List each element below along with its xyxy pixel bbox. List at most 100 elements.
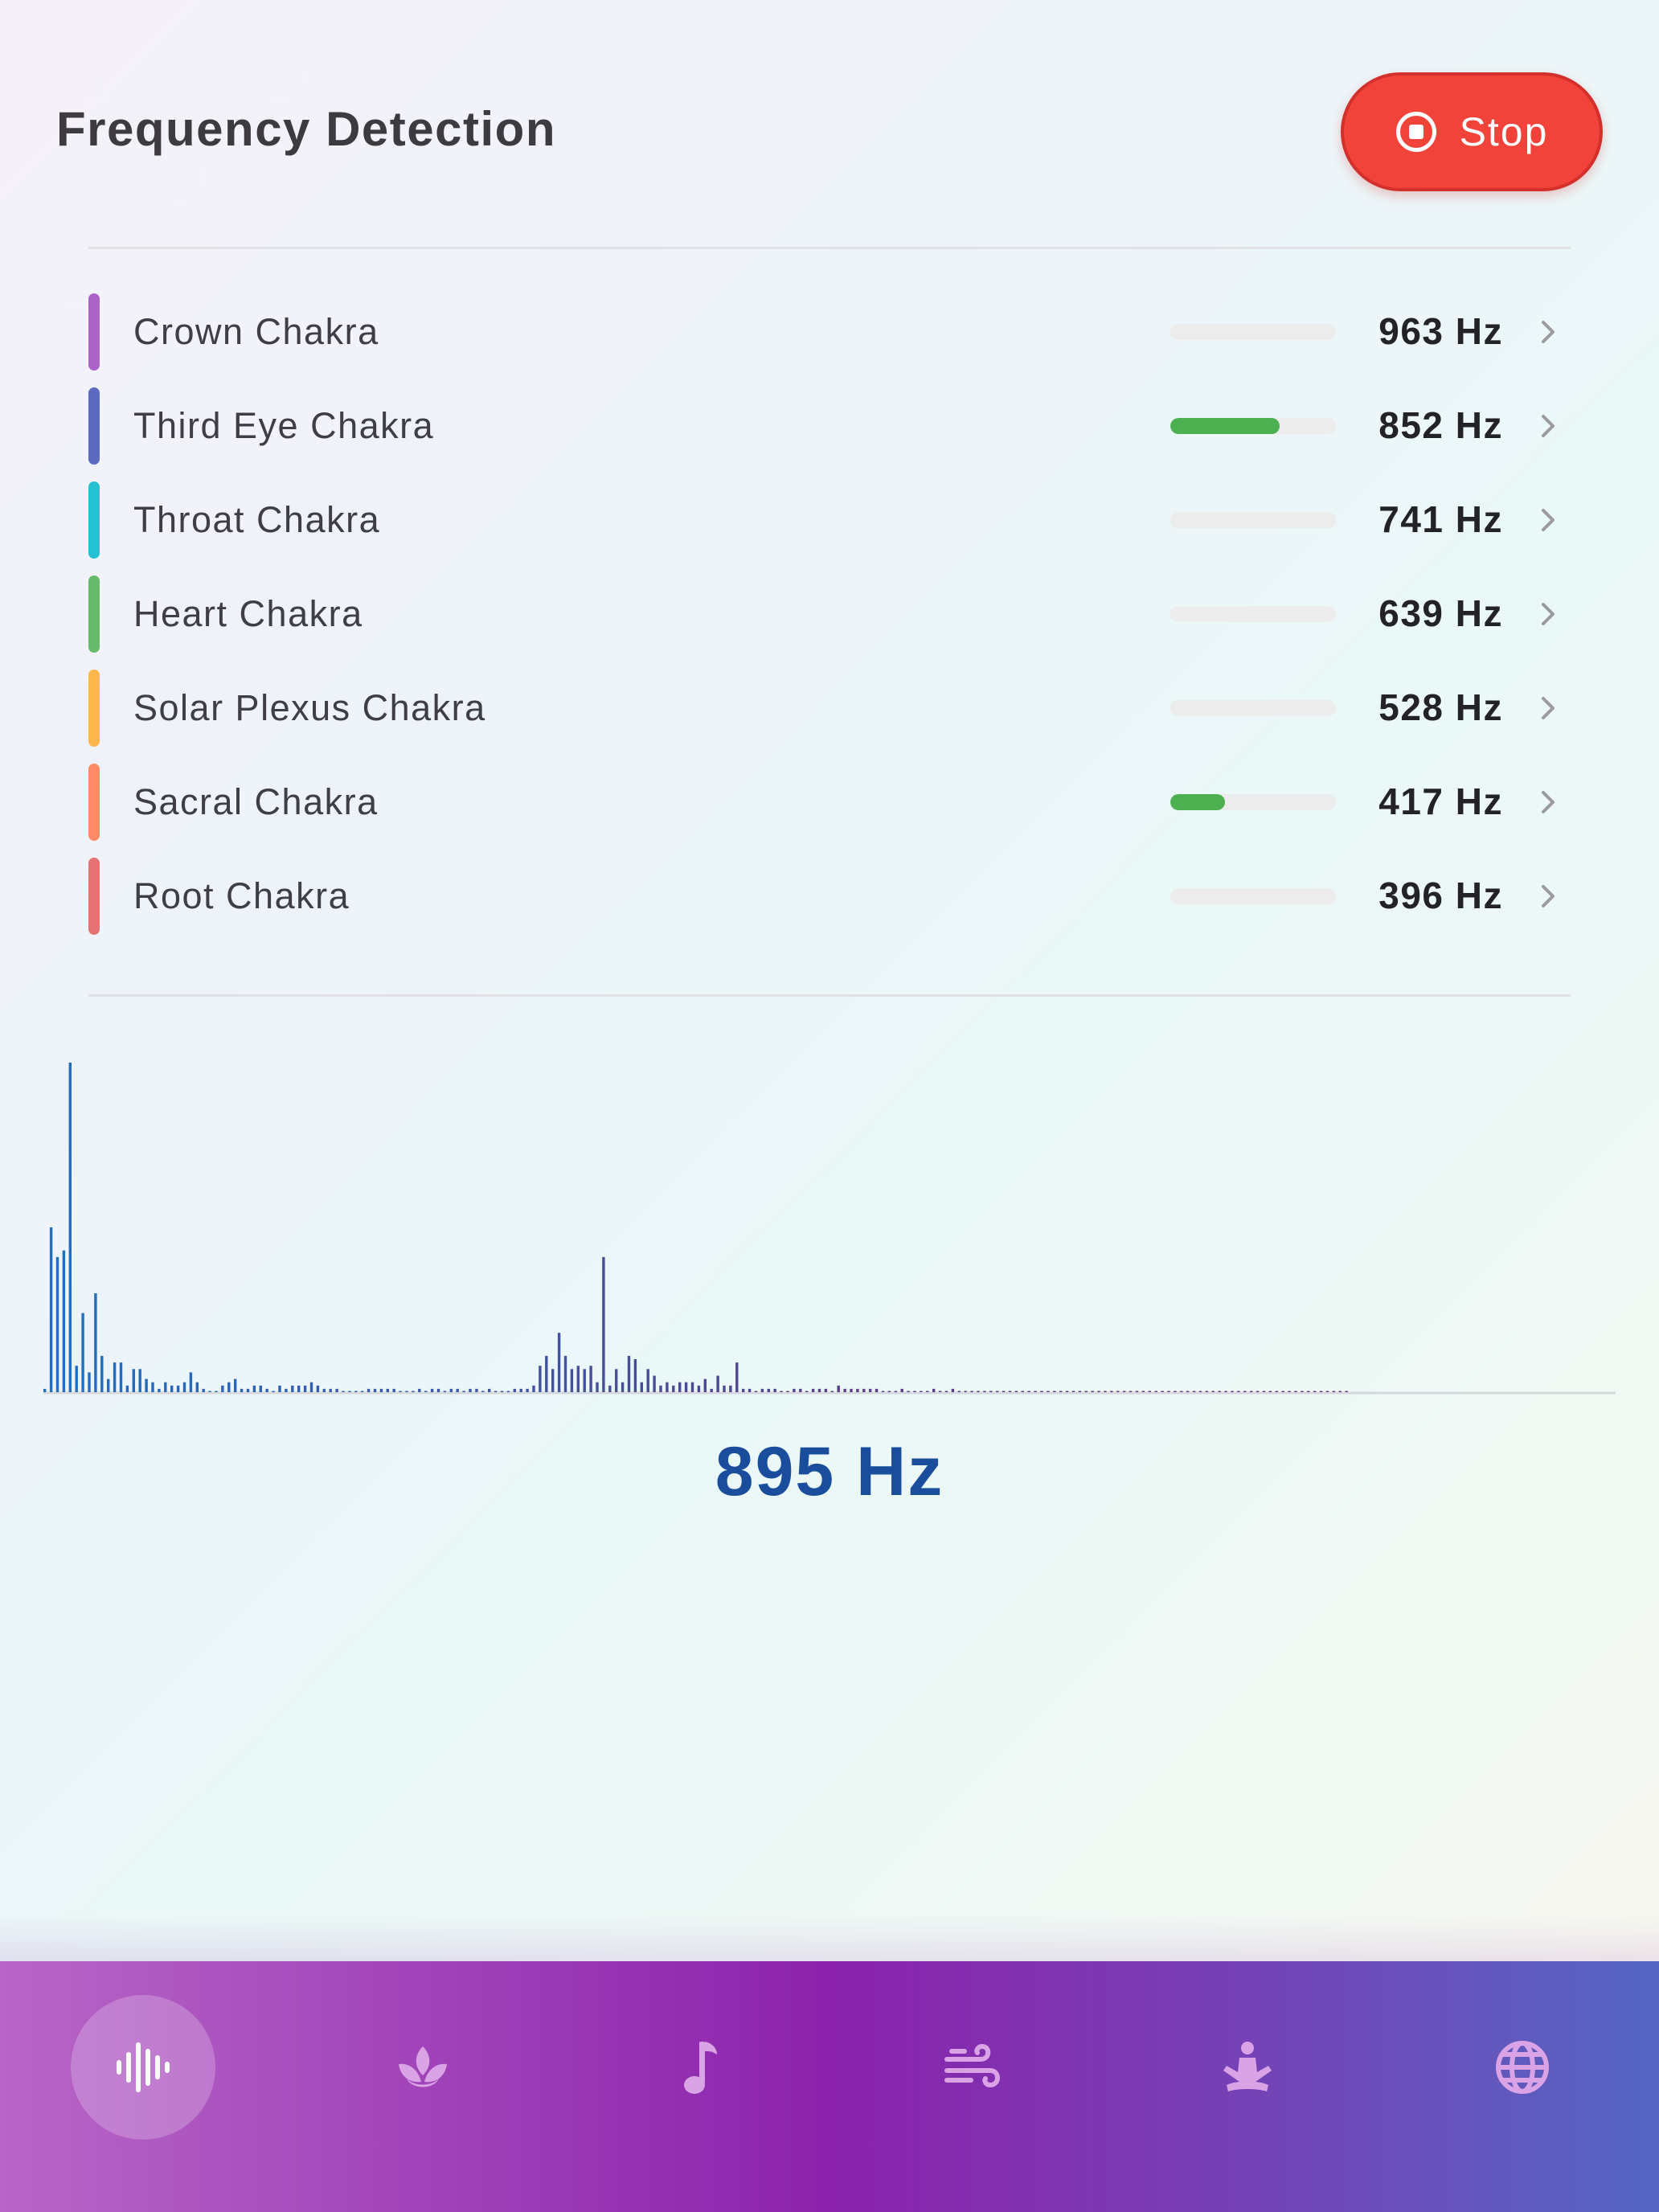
chakra-color-indicator — [88, 576, 100, 653]
tab-frequency[interactable] — [71, 1995, 215, 2140]
spectrum-bar — [869, 1388, 872, 1392]
spectrum-bar — [506, 1391, 510, 1392]
spectrum-bar — [1002, 1391, 1006, 1392]
spectrum-bar — [1325, 1391, 1329, 1392]
chakra-name: Sacral Chakra — [133, 781, 379, 822]
spectrum-bar — [367, 1388, 371, 1392]
spectrum-bar — [164, 1382, 167, 1392]
spectrum-bar — [182, 1382, 186, 1392]
chakra-row[interactable]: Sacral Chakra 417 Hz — [0, 756, 1659, 850]
spectrum-bar — [119, 1362, 123, 1392]
spectrum-bar — [684, 1382, 688, 1392]
chevron-right-icon — [1542, 885, 1555, 907]
chakra-row[interactable]: Solar Plexus Chakra 528 Hz — [0, 662, 1659, 756]
spectrum-bar — [1071, 1391, 1075, 1392]
spectrum-bar — [583, 1369, 586, 1392]
spectrum-bar — [386, 1388, 389, 1392]
spectrum-bar — [1281, 1391, 1284, 1392]
tab-chakras[interactable] — [350, 1995, 495, 2140]
tab-meditation[interactable] — [1175, 1995, 1320, 2140]
spectrum-bar — [278, 1385, 281, 1392]
spectrum-bar — [710, 1388, 713, 1392]
spectrum-bar — [1047, 1391, 1050, 1392]
spectrum-bar — [760, 1388, 764, 1392]
spectrum-bar — [735, 1362, 739, 1392]
spectrum-bar — [875, 1388, 879, 1392]
spectrum-bar — [970, 1391, 973, 1392]
divider-top — [88, 247, 1571, 249]
spectrum-bar — [887, 1391, 891, 1392]
spectrum-bar — [1027, 1391, 1030, 1392]
spectrum-bar — [291, 1385, 294, 1392]
spectrum-bar — [653, 1375, 656, 1392]
spectrum-bar — [1256, 1391, 1260, 1392]
spectrum-bar — [780, 1391, 783, 1392]
spectrum-bar — [145, 1378, 148, 1392]
spectrum-bar — [964, 1391, 967, 1392]
tab-music[interactable] — [625, 1995, 770, 2140]
spectrum-bar — [678, 1382, 682, 1392]
spectrum-bar — [1275, 1391, 1278, 1392]
spectrum-bar — [742, 1388, 745, 1392]
chakra-row[interactable]: Heart Chakra 639 Hz — [0, 567, 1659, 662]
spectrum-bar — [170, 1385, 174, 1392]
spectrum-bar — [1218, 1391, 1221, 1392]
spectrum-bar — [405, 1391, 408, 1392]
chakra-color-indicator — [88, 764, 100, 841]
spectrum-bar — [430, 1388, 434, 1392]
chakra-row[interactable]: Third Eye Chakra 852 Hz — [0, 379, 1659, 473]
chakra-level-fill — [1170, 418, 1280, 434]
spectrum-bar — [481, 1391, 485, 1392]
wind-icon — [944, 2043, 1000, 2088]
chakra-color-indicator — [88, 858, 100, 935]
spectrum-bar — [462, 1391, 465, 1392]
spectrum-bar — [221, 1385, 224, 1392]
spectrum-bar — [1180, 1391, 1183, 1392]
spectrum-bar — [576, 1366, 580, 1392]
page-title: Frequency Detection — [56, 102, 556, 156]
spectrum-bar — [208, 1391, 211, 1392]
chakra-row[interactable]: Throat Chakra 741 Hz — [0, 473, 1659, 567]
spectrum-bar — [690, 1382, 694, 1392]
chakra-row[interactable]: Root Chakra 396 Hz — [0, 850, 1659, 944]
spectrum-bar — [539, 1366, 542, 1392]
spectrum-bar — [100, 1355, 104, 1392]
chakra-row[interactable]: Crown Chakra 963 Hz — [0, 285, 1659, 379]
spectrum-bar — [1268, 1391, 1272, 1392]
spectrum-bar — [234, 1378, 237, 1392]
divider-bottom — [88, 994, 1571, 997]
dominant-frequency: 895 Hz — [715, 1433, 944, 1510]
chakra-frequency: 963 Hz — [1378, 310, 1503, 352]
chakra-frequency: 528 Hz — [1378, 686, 1503, 728]
spectrum-bar — [125, 1385, 129, 1392]
spectrum-bar — [488, 1388, 491, 1392]
spectrum-bar — [615, 1369, 618, 1392]
spectrum-bar — [1250, 1391, 1253, 1392]
spectrum-bar — [392, 1388, 395, 1392]
spectrum-bar — [158, 1388, 161, 1392]
spectrum-bar — [1148, 1391, 1151, 1392]
spectrum-bar — [469, 1388, 472, 1392]
spectrum-bar — [62, 1250, 66, 1392]
spectrum-bar — [1237, 1391, 1240, 1392]
spectrum-bar — [767, 1388, 770, 1392]
spectrum-bar — [176, 1385, 180, 1392]
spectrum-bar — [88, 1372, 91, 1392]
spectrum-bar — [837, 1385, 840, 1392]
spectrum-bar — [342, 1391, 345, 1392]
chakra-level-bar — [1170, 794, 1336, 810]
spectrum-bar — [596, 1382, 599, 1392]
spectrum-bar — [1084, 1391, 1088, 1392]
tab-breathing[interactable] — [900, 1995, 1045, 2140]
spectrum-bar — [830, 1391, 834, 1392]
spectrum-bar — [532, 1385, 535, 1392]
spectrum-bar — [1034, 1391, 1037, 1392]
spectrum-bar — [1262, 1391, 1266, 1392]
spectrum-bar — [672, 1385, 675, 1392]
spectrum-bar — [944, 1391, 948, 1392]
tab-globe[interactable] — [1450, 1995, 1595, 2140]
header: Frequency Detection Stop — [0, 0, 1659, 241]
spectrum-bar — [957, 1391, 961, 1392]
stop-button[interactable]: Stop — [1341, 72, 1603, 191]
spectrum-bar — [856, 1388, 859, 1392]
